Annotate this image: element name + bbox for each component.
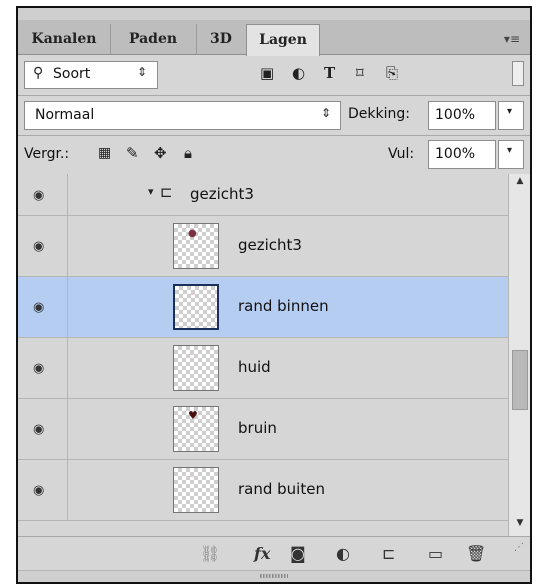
resize-grip-icon[interactable]: ⋰ bbox=[514, 542, 524, 553]
lock-row: Vergr.: ▦ ✎ ✥ 🔒︎ Vul: 100% ▾ bbox=[18, 136, 530, 174]
thumbnail-mark: ~ bbox=[188, 472, 195, 481]
fill-value: 100% bbox=[435, 146, 476, 162]
chevron-down-icon: ▾ bbox=[507, 106, 513, 117]
updown-arrows-icon: ⇕ bbox=[137, 65, 148, 79]
filter-kind-label: Soort bbox=[53, 66, 91, 82]
drag-grip[interactable] bbox=[260, 574, 288, 578]
updown-arrows-icon: ⇕ bbox=[321, 106, 332, 120]
layer-name: huid bbox=[238, 358, 271, 376]
panel-tab-bar: Kanalen Paden 3D Lagen ▾≡ bbox=[18, 20, 530, 56]
visibility-toggle[interactable]: ◉ bbox=[18, 277, 68, 337]
layers-scrollbar[interactable]: ▲ ▼ bbox=[508, 174, 530, 536]
fill-input[interactable]: 100% bbox=[428, 140, 496, 169]
layer-name: gezicht3 bbox=[190, 184, 254, 203]
lock-all-icon[interactable]: 🔒︎ bbox=[184, 144, 192, 162]
eye-icon: ◉ bbox=[33, 422, 45, 437]
layer-row-selected[interactable]: ◉ ~ rand binnen bbox=[18, 277, 508, 338]
fill-dropdown-button[interactable]: ▾ bbox=[498, 140, 524, 169]
layer-thumbnail: ~ bbox=[173, 345, 219, 391]
layers-panel: Kanalen Paden 3D Lagen ▾≡ ⚲ Soort ⇕ ▣ ◐ … bbox=[16, 6, 532, 584]
lock-paint-icon[interactable]: ✎ bbox=[126, 144, 139, 162]
visibility-toggle[interactable]: ◉ bbox=[18, 174, 68, 215]
tab-paden[interactable]: Paden bbox=[110, 24, 197, 54]
layer-row[interactable]: ◉ ~ huid bbox=[18, 338, 508, 399]
eye-icon: ◉ bbox=[33, 300, 45, 315]
tab-3d[interactable]: 3D bbox=[196, 24, 247, 54]
thumbnail-mark: ● bbox=[188, 228, 197, 239]
smart-object-filter-icon[interactable]: ⎘ bbox=[386, 64, 398, 82]
mask-icon[interactable]: ◙ bbox=[290, 544, 306, 563]
scroll-thumb[interactable] bbox=[512, 350, 528, 410]
scroll-up-icon[interactable]: ▲ bbox=[509, 176, 530, 192]
opacity-input[interactable]: 100% bbox=[428, 101, 496, 130]
filter-row: ⚲ Soort ⇕ ▣ ◐ T ⌑ ⎘ bbox=[18, 55, 530, 95]
layers-list: ◉ ▾ ⊏ gezicht3 ◉ ● gezicht3 ◉ ~ rand bin… bbox=[18, 174, 508, 536]
lock-position-icon[interactable]: ✥ bbox=[154, 144, 167, 162]
adjustment-layer-icon[interactable]: ◐ bbox=[336, 544, 350, 563]
trash-icon[interactable]: 🗑︎ bbox=[466, 544, 486, 563]
visibility-toggle[interactable]: ◉ bbox=[18, 399, 68, 459]
layer-row[interactable]: ◉ ~ rand buiten bbox=[18, 460, 508, 521]
opacity-label: Dekking: bbox=[348, 106, 410, 122]
layer-name: rand buiten bbox=[238, 480, 325, 498]
blend-row: Normaal ⇕ Dekking: 100% ▾ bbox=[18, 96, 530, 135]
layer-thumbnail: ~ bbox=[173, 467, 219, 513]
panel-footer bbox=[18, 570, 530, 582]
fill-label: Vul: bbox=[388, 146, 415, 162]
thumbnail-mark: ~ bbox=[189, 290, 196, 299]
chevron-down-icon[interactable]: ▾ bbox=[148, 185, 154, 198]
layer-group-row[interactable]: ◉ ▾ ⊏ gezicht3 bbox=[18, 174, 508, 216]
layer-row[interactable]: ◉ ♥ bruin bbox=[18, 399, 508, 460]
new-layer-icon[interactable]: ▭ bbox=[428, 544, 443, 563]
folder-icon: ⊏ bbox=[160, 183, 173, 201]
scroll-down-icon[interactable]: ▼ bbox=[509, 518, 530, 534]
layer-thumbnail: ● bbox=[173, 223, 219, 269]
layer-row[interactable]: ◉ ● gezicht3 bbox=[18, 216, 508, 277]
filter-toggle-switch[interactable] bbox=[512, 61, 524, 86]
thumbnail-mark: ~ bbox=[188, 350, 195, 359]
filter-kind-select[interactable]: ⚲ Soort ⇕ bbox=[24, 61, 158, 89]
tab-lagen[interactable]: Lagen bbox=[246, 24, 320, 56]
lock-label: Vergr.: bbox=[24, 146, 70, 162]
layer-name: rand binnen bbox=[238, 297, 329, 315]
opacity-value: 100% bbox=[435, 107, 476, 123]
opacity-dropdown-button[interactable]: ▾ bbox=[498, 101, 524, 130]
bottom-toolbar: ⛓ fx ◙ ◐ ⊏ ▭ 🗑︎ bbox=[18, 536, 530, 571]
search-icon: ⚲ bbox=[33, 65, 44, 81]
blend-mode-select[interactable]: Normaal ⇕ bbox=[24, 101, 341, 130]
type-filter-icon[interactable]: T bbox=[324, 64, 335, 82]
eye-icon: ◉ bbox=[33, 361, 45, 376]
adjustment-filter-icon[interactable]: ◐ bbox=[292, 64, 305, 82]
new-group-icon[interactable]: ⊏ bbox=[382, 544, 395, 563]
lock-transparency-icon[interactable]: ▦ bbox=[98, 145, 111, 161]
fx-icon[interactable]: fx bbox=[254, 544, 270, 563]
layer-name: bruin bbox=[238, 419, 277, 437]
eye-icon: ◉ bbox=[33, 483, 45, 498]
blend-mode-value: Normaal bbox=[35, 107, 95, 123]
eye-icon: ◉ bbox=[33, 239, 45, 254]
shape-filter-icon[interactable]: ⌑ bbox=[356, 64, 364, 82]
thumbnail-mark: ♥ bbox=[188, 409, 198, 422]
visibility-toggle[interactable]: ◉ bbox=[18, 216, 68, 276]
eye-icon: ◉ bbox=[33, 187, 45, 203]
link-layers-icon[interactable]: ⛓ bbox=[200, 544, 220, 563]
visibility-toggle[interactable]: ◉ bbox=[18, 338, 68, 398]
layer-thumbnail: ~ bbox=[173, 284, 219, 330]
chevron-down-icon: ▾ bbox=[507, 145, 513, 156]
layer-thumbnail: ♥ bbox=[173, 406, 219, 452]
tab-kanalen[interactable]: Kanalen bbox=[18, 24, 111, 54]
layer-name: gezicht3 bbox=[238, 236, 302, 254]
panel-menu-icon[interactable]: ▾≡ bbox=[504, 32, 520, 46]
visibility-toggle[interactable]: ◉ bbox=[18, 460, 68, 520]
image-filter-icon[interactable]: ▣ bbox=[260, 64, 274, 82]
